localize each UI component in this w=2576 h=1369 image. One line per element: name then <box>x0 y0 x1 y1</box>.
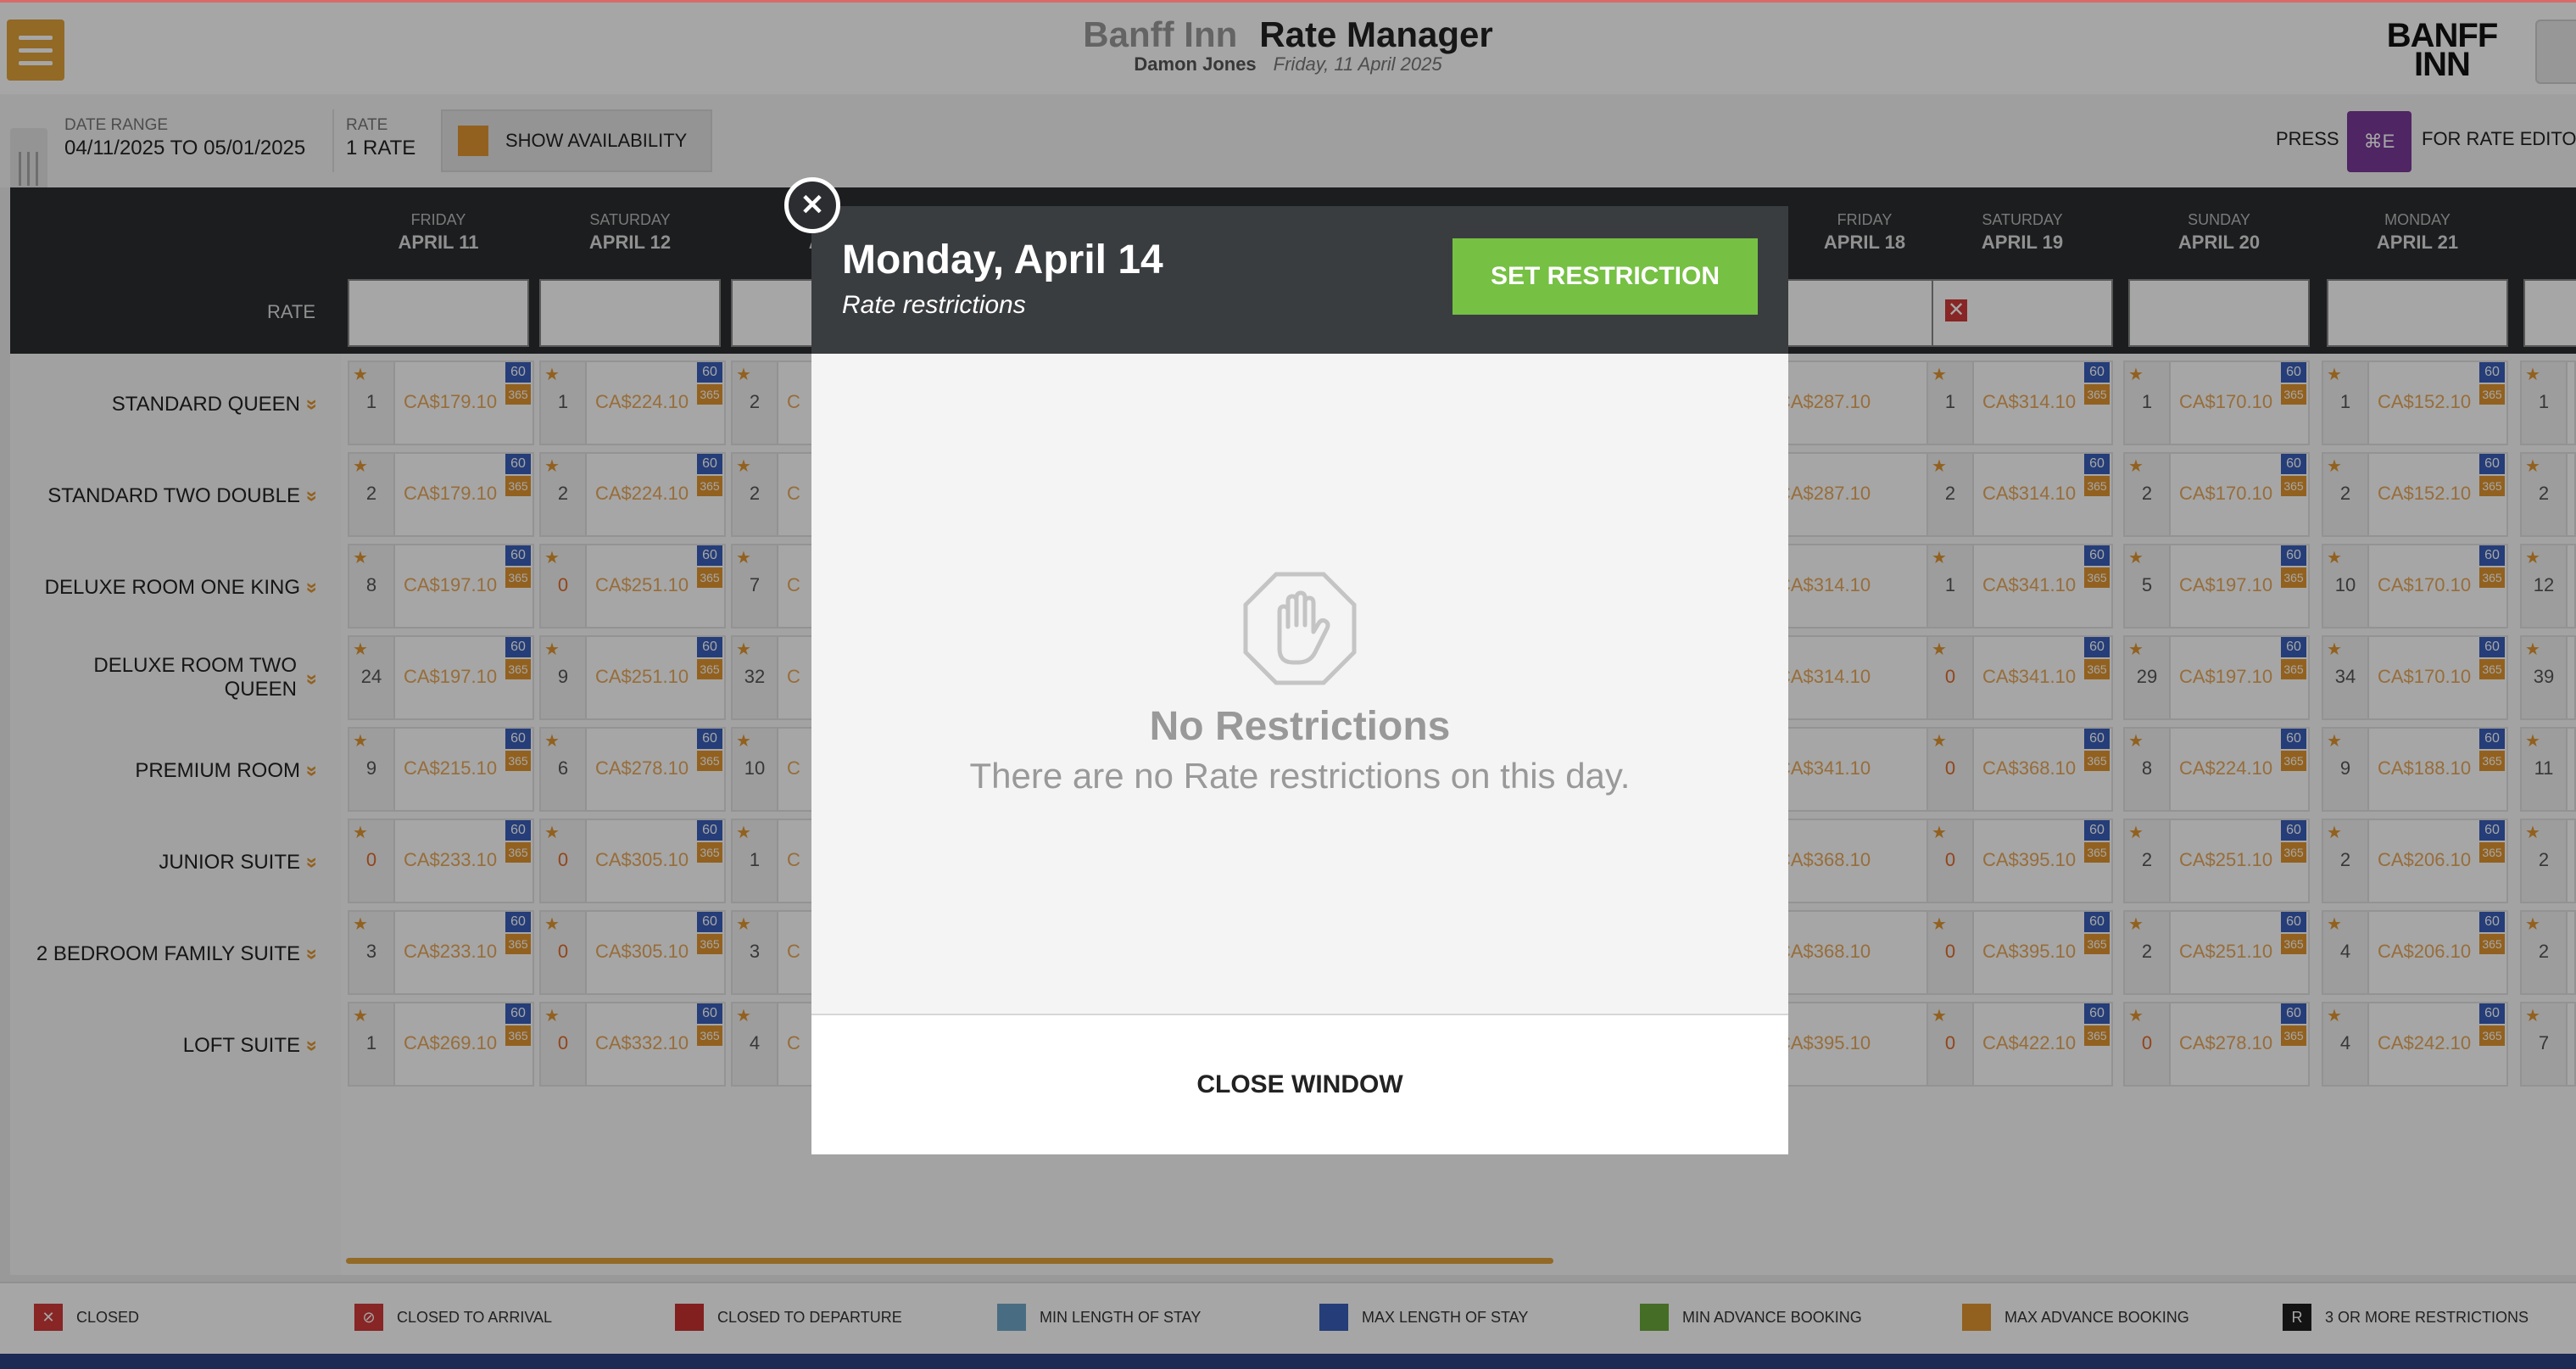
set-restriction-button[interactable]: SET RESTRICTION <box>1452 238 1758 315</box>
empty-state-title: No Restrictions <box>1149 704 1451 749</box>
modal-header: Monday, April 14 Rate restrictions SET R… <box>811 206 1788 354</box>
stop-hand-icon <box>1243 572 1357 685</box>
close-icon[interactable]: ✕ <box>784 177 840 233</box>
rate-manager-app: Banff Inn Rate Manager Damon Jones Friday,… <box>0 0 2576 1354</box>
close-window-button[interactable]: CLOSE WINDOW <box>811 1015 1788 1154</box>
modal-body: No Restrictions There are no Rate restri… <box>811 354 1788 1016</box>
restrictions-modal: Monday, April 14 Rate restrictions SET R… <box>811 206 1788 1154</box>
empty-state-text: There are no Rate restrictions on this d… <box>969 756 1631 796</box>
modal-title: Monday, April 14 <box>842 237 1163 282</box>
modal-subtitle: Rate restrictions <box>842 291 1026 319</box>
